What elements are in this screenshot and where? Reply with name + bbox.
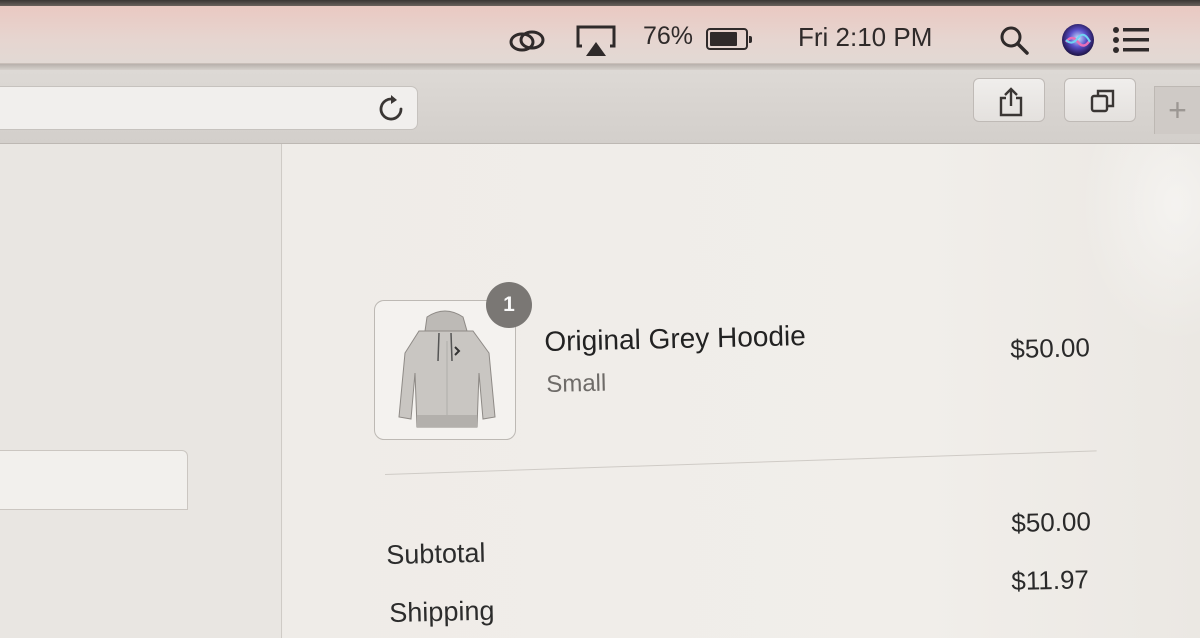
menu-clock[interactable]: Fri 2:10 PM [798,22,932,53]
reload-icon[interactable] [374,92,408,126]
sync-icon[interactable] [508,26,546,61]
shipping-value: $11.97 [1011,564,1090,596]
subtotal-value: $50.00 [1011,506,1092,538]
address-bar[interactable] [0,86,418,130]
checkout-form-panel [0,144,282,638]
new-tab-icon[interactable]: + [1154,86,1200,134]
shipping-label: Shipping [389,595,495,628]
menu-bar: 76% Fri 2:10 PM [0,6,1200,64]
battery-percent: 76% [643,22,694,50]
show-tabs-button[interactable] [1064,78,1136,122]
notification-center-icon[interactable] [1112,26,1152,59]
window-top-edge [0,64,1200,70]
quantity-badge: 1 [486,282,532,328]
spotlight-search-icon[interactable] [998,24,1030,61]
battery-icon[interactable] [706,28,752,50]
share-icon [999,87,1023,117]
product-variant: Small [546,369,607,398]
subtotal-label: Subtotal [386,537,486,570]
product-name: Original Grey Hoodie [544,320,807,357]
product-price: $50.00 [1010,332,1091,364]
airplay-icon[interactable] [576,24,616,63]
battery-fill [710,32,738,46]
siri-icon[interactable] [1060,22,1096,63]
form-input-field[interactable] [0,450,188,510]
share-button[interactable] [973,78,1045,122]
show-tabs-icon [1090,89,1115,113]
